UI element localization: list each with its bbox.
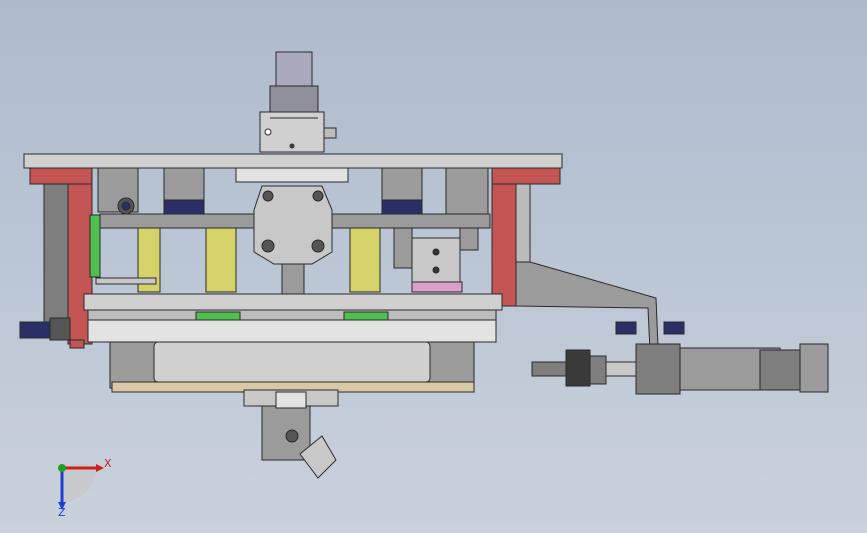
lower-gripper [243,389,339,479]
right-cylinder-assembly [515,261,829,395]
x-axis-label: X [104,457,112,470]
orientation-triad: X Z [58,457,112,519]
assembly-drawing: X Z [19,51,829,519]
inner-mechanism [95,167,491,295]
cad-viewport[interactable]: X Z [0,0,867,533]
z-axis-label: Z [58,506,66,519]
top-motor [259,51,337,153]
base-plate [83,293,503,393]
